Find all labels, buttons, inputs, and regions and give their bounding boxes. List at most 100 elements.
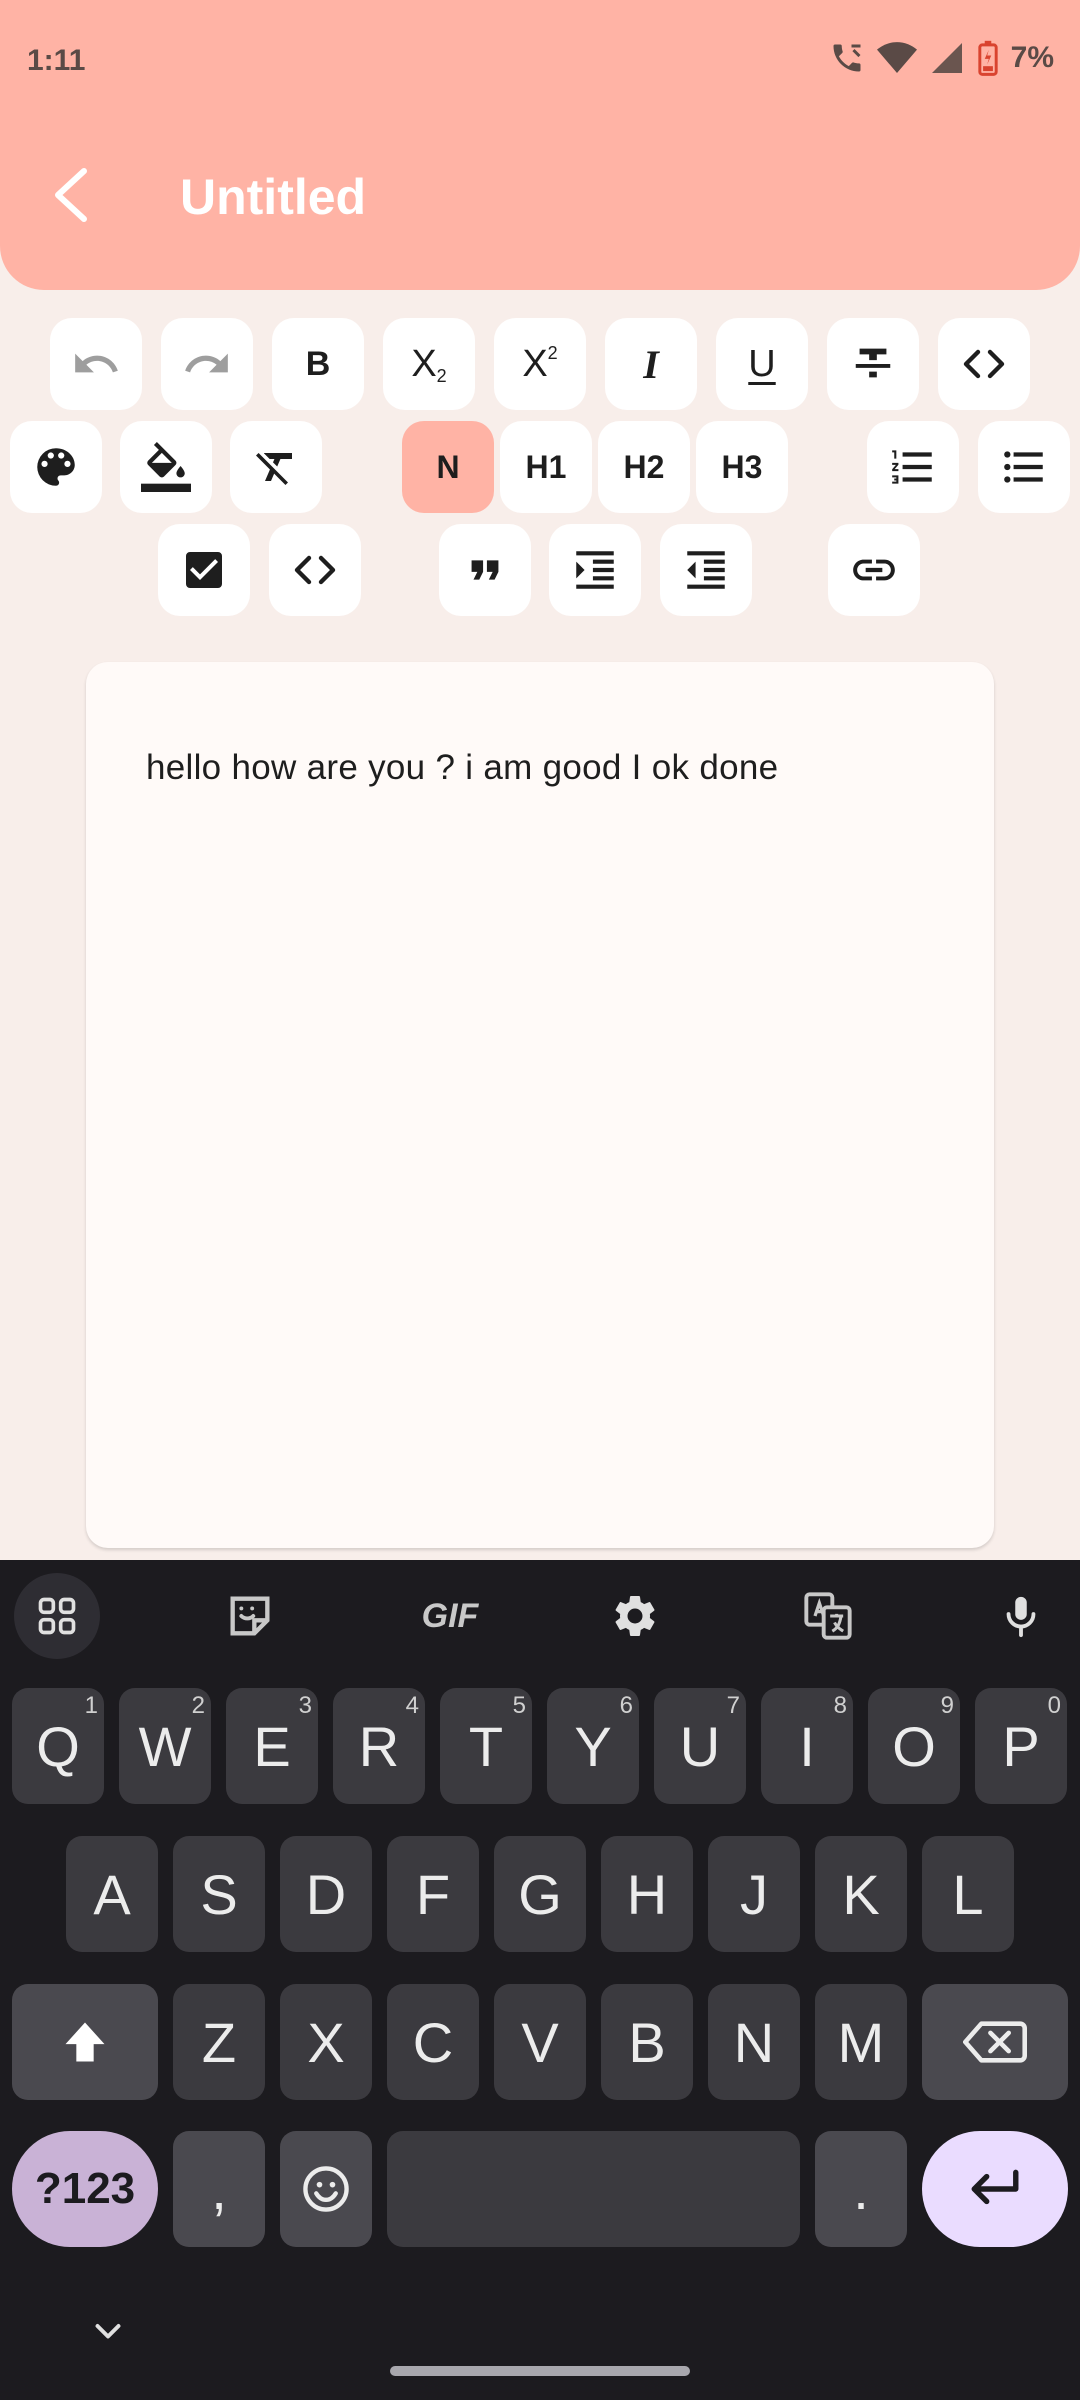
quote-button[interactable] — [439, 524, 531, 616]
indent-decrease-icon — [687, 551, 725, 589]
outdent-button[interactable] — [660, 524, 752, 616]
bullet-list-button[interactable] — [978, 421, 1070, 513]
key-c[interactable]: C — [387, 1984, 479, 2100]
key-a[interactable]: A — [66, 1836, 158, 1952]
normal-text-button[interactable]: N — [402, 421, 494, 513]
redo-icon — [185, 353, 228, 373]
key-i[interactable]: I8 — [761, 1688, 853, 1804]
period-key[interactable]: . — [815, 2131, 907, 2247]
key-w[interactable]: W2 — [119, 1688, 211, 1804]
heading3-button[interactable]: H3 — [696, 421, 788, 513]
key-p[interactable]: P0 — [975, 1688, 1067, 1804]
palette-icon — [37, 448, 75, 486]
subscript-button[interactable]: X2 — [383, 318, 475, 410]
sticker-button[interactable] — [207, 1573, 293, 1659]
key-label: L — [952, 1862, 984, 1926]
hide-keyboard-button[interactable] — [90, 2320, 126, 2349]
key-hint: 7 — [726, 1692, 740, 1719]
key-r[interactable]: R4 — [333, 1688, 425, 1804]
editor-content[interactable]: hello how are you ? i am good I ok done — [146, 748, 778, 788]
key-f[interactable]: F — [387, 1836, 479, 1952]
key-g[interactable]: G — [494, 1836, 586, 1952]
key-hint: 4 — [405, 1692, 419, 1719]
bold-label: B — [305, 344, 331, 383]
key-y[interactable]: Y6 — [547, 1688, 639, 1804]
key-z[interactable]: Z — [173, 1984, 265, 2100]
key-label: Z — [201, 2010, 237, 2074]
key-e[interactable]: E3 — [226, 1688, 318, 1804]
key-label: M — [837, 2010, 885, 2074]
gif-label: GIF — [421, 1596, 479, 1635]
numbered-list-button[interactable] — [867, 421, 959, 513]
numbered-list-icon — [892, 450, 932, 484]
key-h[interactable]: H — [601, 1836, 693, 1952]
key-j[interactable]: J — [708, 1836, 800, 1952]
key-t[interactable]: T5 — [440, 1688, 532, 1804]
home-indicator[interactable] — [390, 2366, 690, 2376]
subscript-digit: 2 — [436, 365, 447, 386]
back-button[interactable] — [40, 160, 100, 230]
key-q[interactable]: Q1 — [12, 1688, 104, 1804]
key-hint: 5 — [512, 1692, 526, 1719]
key-v[interactable]: V — [494, 1984, 586, 2100]
key-l[interactable]: L — [922, 1836, 1014, 1952]
symbols-key[interactable]: ?123 — [12, 2131, 158, 2247]
shift-key[interactable] — [12, 1984, 158, 2100]
undo-button[interactable] — [50, 318, 142, 410]
strikethrough-icon — [855, 348, 891, 378]
app-bar: 1:11 7% Untitled — [0, 0, 1080, 290]
key-label: D — [305, 1862, 347, 1926]
code-block-button[interactable] — [269, 524, 361, 616]
indent-button[interactable] — [549, 524, 641, 616]
italic-label: I — [643, 341, 659, 387]
key-m[interactable]: M — [815, 1984, 907, 2100]
clear-format-button[interactable] — [230, 421, 322, 513]
voice-input-button[interactable] — [978, 1573, 1064, 1659]
code-button[interactable] — [938, 318, 1030, 410]
key-x[interactable]: X — [280, 1984, 372, 2100]
key-label: Q — [36, 1714, 80, 1778]
chevron-down-icon — [95, 2324, 121, 2339]
comma-key[interactable]: , — [173, 2131, 265, 2247]
key-k[interactable]: K — [815, 1836, 907, 1952]
key-s[interactable]: S — [173, 1836, 265, 1952]
page-title: Untitled — [180, 169, 367, 225]
gif-button[interactable]: GIF — [400, 1573, 500, 1659]
backspace-icon — [963, 2021, 1027, 2063]
key-d[interactable]: D — [280, 1836, 372, 1952]
background-color-button[interactable] — [120, 421, 212, 513]
emoji-key[interactable] — [280, 2131, 372, 2247]
space-key[interactable] — [387, 2131, 800, 2247]
enter-icon — [971, 2169, 1019, 2205]
keyboard-apps-button[interactable] — [14, 1573, 100, 1659]
key-n[interactable]: N — [708, 1984, 800, 2100]
key-label: C — [412, 2010, 454, 2074]
bold-button[interactable]: B — [272, 318, 364, 410]
microphone-icon — [1006, 1596, 1036, 1638]
editor-area[interactable]: hello how are you ? i am good I ok done — [86, 662, 994, 1548]
key-o[interactable]: O9 — [868, 1688, 960, 1804]
key-b[interactable]: B — [601, 1984, 693, 2100]
key-hint: 6 — [619, 1692, 633, 1719]
text-color-button[interactable] — [10, 421, 102, 513]
heading1-button[interactable]: H1 — [500, 421, 592, 513]
h3-label: H3 — [721, 448, 763, 485]
underline-button[interactable]: U — [716, 318, 808, 410]
key-u[interactable]: U7 — [654, 1688, 746, 1804]
checklist-button[interactable] — [158, 524, 250, 616]
backspace-key[interactable] — [922, 1984, 1068, 2100]
heading2-button[interactable]: H2 — [598, 421, 690, 513]
enter-key[interactable] — [922, 2131, 1068, 2247]
strikethrough-button[interactable] — [827, 318, 919, 410]
key-hint: 0 — [1047, 1692, 1061, 1719]
grid-icon — [38, 1597, 76, 1635]
superscript-button[interactable]: X2 — [494, 318, 586, 410]
keyboard-settings-button[interactable] — [592, 1573, 678, 1659]
key-label: X — [307, 2010, 345, 2074]
link-button[interactable] — [828, 524, 920, 616]
comma-label: , — [211, 2157, 227, 2221]
redo-button[interactable] — [161, 318, 253, 410]
translate-button[interactable] — [785, 1573, 871, 1659]
key-label: B — [628, 2010, 666, 2074]
italic-button[interactable]: I — [605, 318, 697, 410]
